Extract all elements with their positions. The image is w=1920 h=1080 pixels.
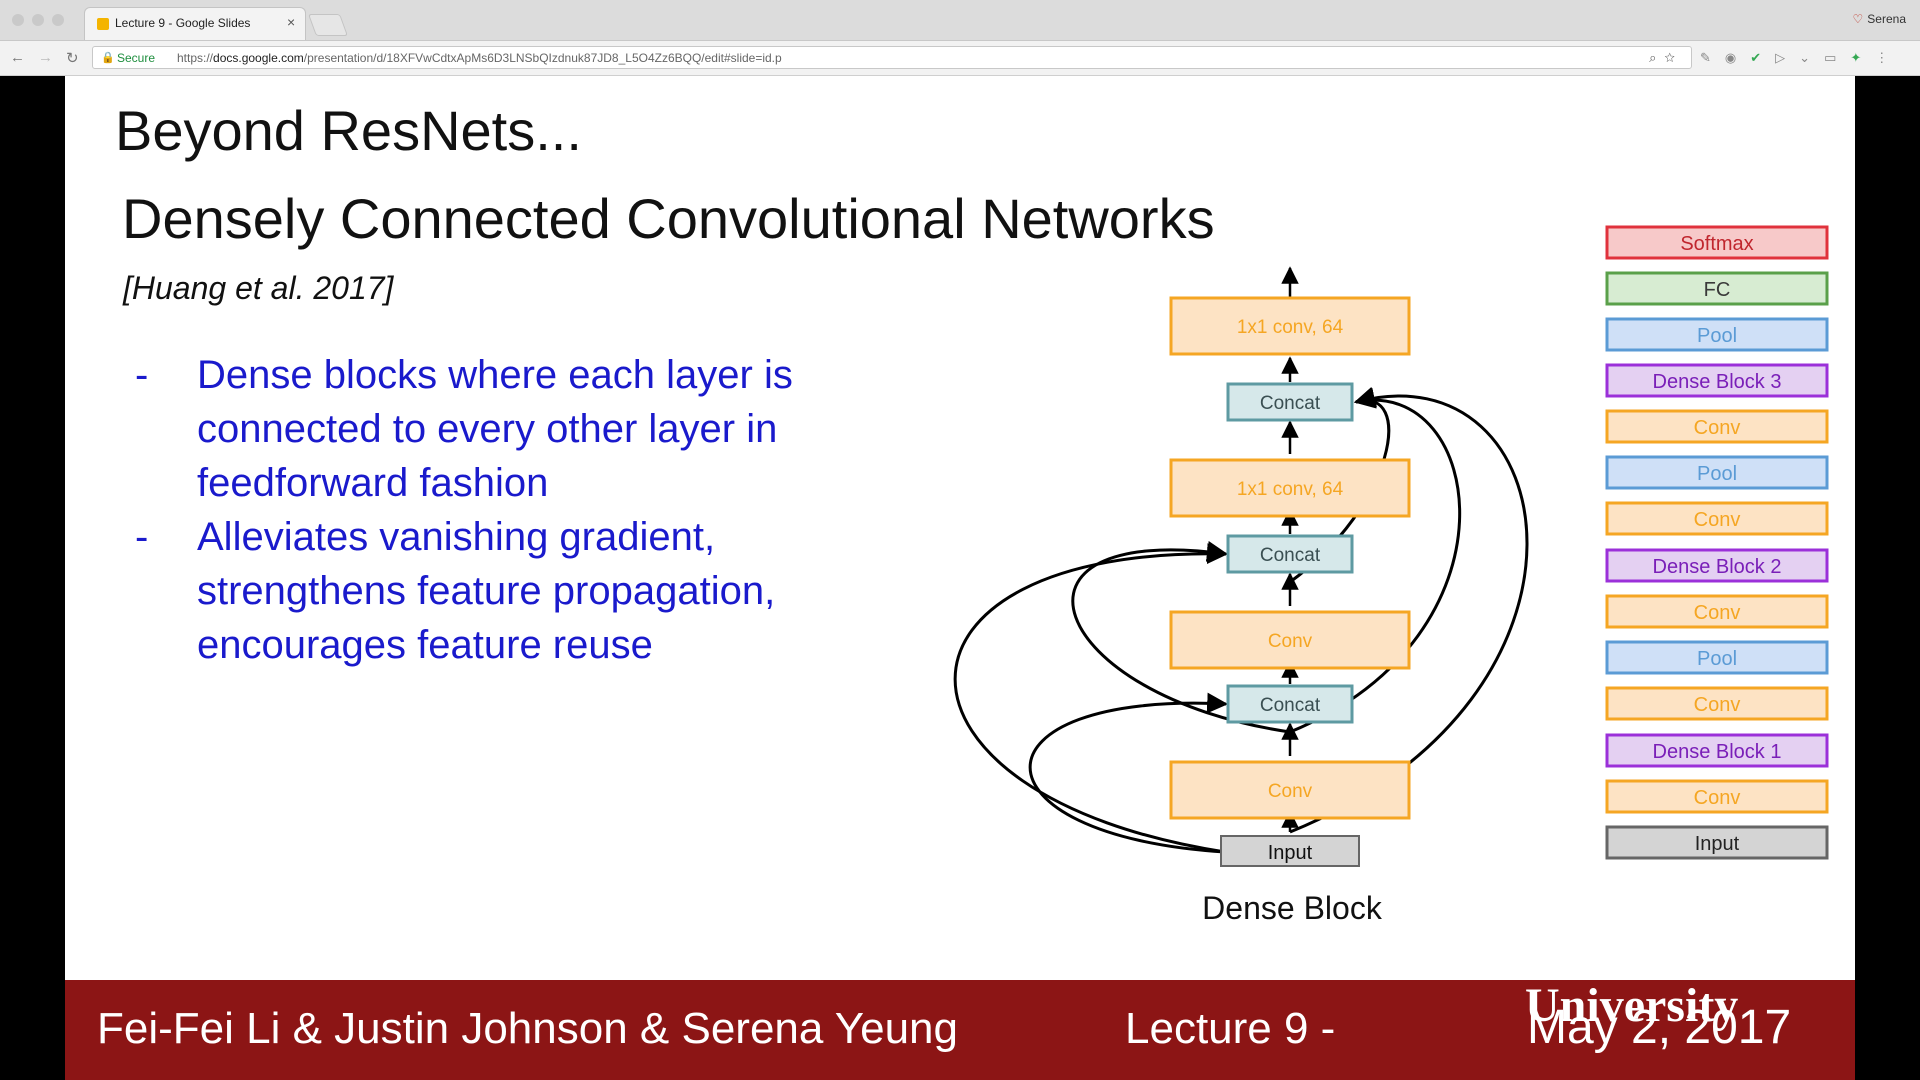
layer-1x1-conv: 1x1 conv, 64 bbox=[1169, 296, 1411, 356]
layer-label: 1x1 conv, 64 bbox=[1237, 479, 1344, 500]
extension-icon[interactable]: ✦ bbox=[1850, 50, 1875, 65]
extension-icons: ✎◉✔▷⌄▭✦⋮ bbox=[1700, 50, 1902, 66]
tab-close-icon[interactable]: × bbox=[287, 14, 295, 30]
pen-extension-icon[interactable]: ✎ bbox=[1700, 50, 1725, 65]
omnibox-icons: ⌕☆ bbox=[1649, 50, 1683, 66]
cast-icon[interactable]: ▭ bbox=[1824, 50, 1850, 65]
lock-icon: 🔒 bbox=[101, 52, 115, 64]
browser-toolbar: ← → ↻ 🔒 Secure https://docs.google.com/p… bbox=[0, 41, 1920, 76]
footer-date: May 2, 2017 bbox=[1527, 1001, 1792, 1054]
slide-canvas: Beyond ResNets... Densely Connected Conv… bbox=[65, 76, 1855, 1080]
layer-label: Concat bbox=[1260, 695, 1321, 716]
arch-layer-conv: Conv bbox=[1605, 686, 1829, 721]
densenet-diagram: Input Conv Concat Conv Concat 1x1 conv, … bbox=[953, 225, 1829, 926]
arch-layer-conv: Conv bbox=[1605, 501, 1829, 536]
arch-layer-pool: Pool bbox=[1605, 317, 1829, 352]
layer-label: Conv bbox=[1268, 631, 1313, 652]
arch-label: Dense Block 2 bbox=[1653, 556, 1782, 578]
window-minimize-icon[interactable] bbox=[32, 14, 44, 26]
extension-icon[interactable]: ⌄ bbox=[1799, 50, 1824, 65]
arch-label: Conv bbox=[1694, 509, 1741, 531]
profile-name: Serena bbox=[1867, 12, 1906, 26]
layer-conv: Conv bbox=[1169, 610, 1411, 670]
layer-1x1-conv: 1x1 conv, 64 bbox=[1169, 458, 1411, 518]
arch-layer-conv: Conv bbox=[1605, 779, 1829, 814]
arch-label: FC bbox=[1704, 279, 1731, 301]
arch-label: Dense Block 3 bbox=[1653, 371, 1782, 393]
arch-layer-pool: Pool bbox=[1605, 640, 1829, 675]
extension-icon[interactable]: ▷ bbox=[1775, 50, 1799, 65]
arch-label: Conv bbox=[1694, 694, 1741, 716]
browser-tab[interactable]: Lecture 9 - Google Slides × bbox=[84, 7, 306, 40]
arch-label: Conv bbox=[1694, 602, 1741, 624]
search-icon[interactable]: ⌕ bbox=[1649, 50, 1664, 65]
layer-conv: Conv bbox=[1169, 760, 1411, 820]
arch-layer-conv: Conv bbox=[1605, 409, 1829, 444]
profile-button[interactable]: ♡ Serena bbox=[1853, 12, 1906, 26]
arch-label: Input bbox=[1695, 833, 1740, 855]
secure-label: Secure bbox=[117, 51, 156, 65]
footer-authors: Fei-Fei Li & Justin Johnson & Serena Yeu… bbox=[97, 1004, 958, 1053]
bookmark-star-icon[interactable]: ☆ bbox=[1664, 50, 1683, 65]
address-bar[interactable]: 🔒 Secure https://docs.google.com/present… bbox=[92, 46, 1692, 69]
arch-layer-softmax: Softmax bbox=[1605, 225, 1829, 260]
arch-layer-dense-block: Dense Block 2 bbox=[1605, 548, 1829, 583]
arch-label: Softmax bbox=[1680, 233, 1753, 255]
arch-label: Pool bbox=[1697, 325, 1737, 347]
tab-title: Lecture 9 - Google Slides bbox=[115, 16, 251, 30]
layer-label: Conv bbox=[1268, 781, 1313, 802]
layer-label: Concat bbox=[1260, 393, 1321, 414]
window-zoom-icon[interactable] bbox=[52, 14, 64, 26]
arch-label: Conv bbox=[1694, 787, 1741, 809]
reload-icon[interactable]: ↻ bbox=[66, 49, 79, 67]
arch-layer-dense-block: Dense Block 3 bbox=[1605, 363, 1829, 398]
arch-layer-input: Input bbox=[1605, 825, 1829, 860]
arch-label: Dense Block 1 bbox=[1653, 741, 1782, 763]
slide-footer: Fei-Fei Li & Justin Johnson & Serena Yeu… bbox=[65, 979, 1855, 1080]
check-extension-icon[interactable]: ✔ bbox=[1750, 50, 1775, 65]
extension-icon[interactable]: ◉ bbox=[1725, 50, 1750, 65]
forward-icon[interactable]: → bbox=[38, 49, 53, 66]
dense-block-caption: Dense Block bbox=[1202, 890, 1383, 926]
url-text[interactable]: https://docs.google.com/presentation/d/1… bbox=[177, 51, 782, 65]
layer-label: Concat bbox=[1260, 545, 1321, 566]
layer-concat: Concat bbox=[1226, 534, 1354, 574]
layer-concat: Concat bbox=[1226, 382, 1354, 422]
browser-tab-bar: Lecture 9 - Google Slides × ♡ Serena bbox=[0, 0, 1920, 41]
profile-icon: ♡ bbox=[1852, 12, 1864, 26]
layer-label: 1x1 conv, 64 bbox=[1237, 317, 1344, 338]
arch-layer-fc: FC bbox=[1605, 271, 1829, 306]
layer-concat: Concat bbox=[1226, 684, 1354, 724]
arch-layer-dense-block: Dense Block 1 bbox=[1605, 733, 1829, 768]
layer-input: Input bbox=[1220, 835, 1360, 867]
arch-label: Pool bbox=[1697, 648, 1737, 670]
footer-lecture: Lecture 9 - bbox=[1125, 1004, 1336, 1053]
layer-label: Input bbox=[1268, 842, 1313, 864]
window-close-icon[interactable] bbox=[12, 14, 24, 26]
arch-label: Conv bbox=[1694, 417, 1741, 439]
arch-layer-pool: Pool bbox=[1605, 455, 1829, 490]
slides-favicon-icon bbox=[97, 18, 109, 30]
url-host: docs.google.com bbox=[213, 51, 304, 65]
url-scheme: https:// bbox=[177, 51, 214, 65]
back-icon[interactable]: ← bbox=[10, 49, 25, 66]
menu-icon[interactable]: ⋮ bbox=[1875, 50, 1902, 65]
arch-label: Pool bbox=[1697, 463, 1737, 485]
url-path: /presentation/d/18XFVwCdtxApMs6D3LNSbQIz… bbox=[303, 51, 782, 65]
arch-layer-conv: Conv bbox=[1605, 594, 1829, 629]
new-tab-button[interactable] bbox=[307, 14, 349, 36]
architecture-stack: Softmax FC Pool Dense Block 3 Conv Pool bbox=[1605, 225, 1829, 860]
